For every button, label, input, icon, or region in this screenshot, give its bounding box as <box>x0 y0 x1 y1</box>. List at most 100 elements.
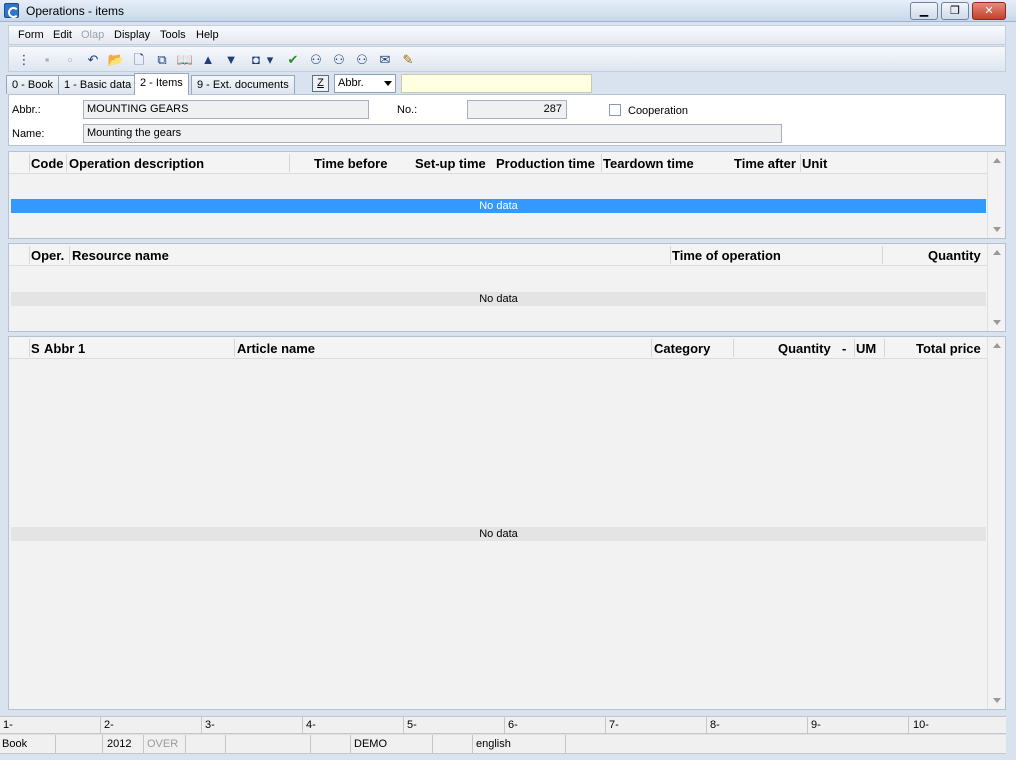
find-next-icon[interactable]: ⚇ <box>330 51 348 69</box>
menu-display[interactable]: Display <box>114 29 150 41</box>
notes-icon[interactable]: ✎ <box>399 51 417 69</box>
operations-grid-header: Code Operation description Time before S… <box>9 152 987 174</box>
col-code[interactable]: Code <box>31 156 64 171</box>
articles-grid[interactable]: S Abbr 1 Article name Category Quantity … <box>8 336 1006 710</box>
scroll-down-icon[interactable] <box>993 227 1001 232</box>
new-document-icon[interactable]: 🗋 <box>130 51 148 69</box>
book-icon[interactable]: 📖 <box>176 51 194 69</box>
tab-ext-documents[interactable]: 9 - Ext. documents <box>191 75 295 94</box>
col-category[interactable]: Category <box>654 341 710 356</box>
col-total-price[interactable]: Total price <box>916 341 981 356</box>
filter-icon[interactable]: ✔ <box>284 51 302 69</box>
fkey-2[interactable]: 2- <box>104 719 114 731</box>
close-button[interactable]: ✕ <box>972 2 1006 20</box>
fkey-6[interactable]: 6- <box>508 719 518 731</box>
tree-icon[interactable]: ⋮ <box>15 51 33 69</box>
copy-icon[interactable]: ⧉ <box>153 51 171 69</box>
fkey-7[interactable]: 7- <box>609 719 619 731</box>
search-field-combo[interactable]: Abbr. <box>334 74 396 93</box>
col-s[interactable]: S <box>31 341 40 356</box>
search-input[interactable] <box>401 74 592 93</box>
undo-icon[interactable]: ↶ <box>84 51 102 69</box>
col-unit[interactable]: Unit <box>802 156 827 171</box>
cooperation-checkbox[interactable] <box>609 104 621 116</box>
abbr-field[interactable]: MOUNTING GEARS <box>83 100 369 119</box>
name-field[interactable]: Mounting the gears <box>83 124 782 143</box>
name-label: Name: <box>12 128 45 140</box>
arrow-down-icon[interactable]: ▼ <box>222 51 240 69</box>
menu-olap[interactable]: Olap <box>81 29 104 41</box>
col-teardown-time[interactable]: Teardown time <box>603 156 694 171</box>
save-icon[interactable]: ▪ <box>38 51 56 69</box>
operations-grid[interactable]: Code Operation description Time before S… <box>8 151 1006 239</box>
no-field[interactable]: 287 <box>467 100 567 119</box>
tab-items[interactable]: 2 - Items <box>134 73 189 95</box>
resources-scrollbar[interactable] <box>987 244 1005 331</box>
status-bar: Book 2012 OVER DEMO english <box>0 735 1006 754</box>
title-bar: Operations - items ▁ ❐ ✕ <box>0 0 1016 22</box>
resources-grid-header: Oper. Resource name Time of operation Qu… <box>9 244 987 266</box>
chevron-down-icon <box>384 81 392 86</box>
scroll-up-icon[interactable] <box>993 158 1001 163</box>
mail-icon[interactable]: ✉ <box>376 51 394 69</box>
tab-basic-data[interactable]: 1 - Basic data <box>58 75 138 94</box>
fkey-9[interactable]: 9- <box>811 719 821 731</box>
fkey-8[interactable]: 8- <box>710 719 720 731</box>
dropdown-icon[interactable]: ▾ <box>265 51 275 69</box>
col-oper[interactable]: Oper. <box>31 248 64 263</box>
col-resource-name[interactable]: Resource name <box>72 248 169 263</box>
operations-no-data[interactable]: No data <box>11 199 986 213</box>
binoculars-icon[interactable]: ⚇ <box>307 51 325 69</box>
col-time-before[interactable]: Time before <box>314 156 387 171</box>
resources-grid[interactable]: Oper. Resource name Time of operation Qu… <box>8 243 1006 332</box>
resources-no-data[interactable]: No data <box>11 292 986 306</box>
maximize-button[interactable]: ❐ <box>941 2 969 20</box>
z-button[interactable]: Z <box>312 75 329 92</box>
open-folder-icon[interactable]: 📂 <box>107 51 125 69</box>
fkey-1[interactable]: 1- <box>3 719 13 731</box>
save-as-icon[interactable]: ▫ <box>61 51 79 69</box>
fkey-4[interactable]: 4- <box>306 719 316 731</box>
col-abbr-1[interactable]: Abbr 1 <box>44 341 85 356</box>
cooperation-label: Cooperation <box>628 105 688 117</box>
menu-tools[interactable]: Tools <box>160 29 186 41</box>
status-language: english <box>476 738 511 750</box>
fkey-10[interactable]: 10- <box>913 719 929 731</box>
minimize-button[interactable]: ▁ <box>910 2 938 20</box>
col-time-after[interactable]: Time after <box>734 156 796 171</box>
toolbar: ⋮ ▪ ▫ ↶ 📂 🗋 ⧉ 📖 ▲ ▼ ◘ ▾ ✔ ⚇ ⚇ ⚇ ✉ ✎ <box>8 46 1006 72</box>
fkey-5[interactable]: 5- <box>407 719 417 731</box>
menu-edit[interactable]: Edit <box>53 29 72 41</box>
col-time-of-operation[interactable]: Time of operation <box>672 248 781 263</box>
col-quantity[interactable]: Quantity <box>778 341 831 356</box>
col-quantity[interactable]: Quantity <box>928 248 981 263</box>
scroll-up-icon[interactable] <box>993 250 1001 255</box>
no-label: No.: <box>397 104 418 116</box>
col-dash[interactable]: - <box>842 341 846 356</box>
window-title: Operations - items <box>26 4 125 18</box>
menu-form[interactable]: Form <box>18 29 44 41</box>
fkey-3[interactable]: 3- <box>205 719 215 731</box>
menu-help[interactable]: Help <box>196 29 219 41</box>
find-prev-icon[interactable]: ⚇ <box>353 51 371 69</box>
col-um[interactable]: UM <box>856 341 876 356</box>
app-icon <box>4 3 19 18</box>
articles-no-data[interactable]: No data <box>11 527 986 541</box>
menu-bar: Form Edit Olap Display Tools Help <box>8 25 1006 45</box>
col-setup-time[interactable]: Set-up time <box>415 156 486 171</box>
operations-scrollbar[interactable] <box>987 152 1005 238</box>
abbr-label: Abbr.: <box>12 104 41 116</box>
col-article-name[interactable]: Article name <box>237 341 315 356</box>
scroll-down-icon[interactable] <box>993 320 1001 325</box>
articles-scrollbar[interactable] <box>987 337 1005 709</box>
camera-icon[interactable]: ◘ <box>247 51 265 69</box>
tab-book[interactable]: 0 - Book <box>6 75 59 94</box>
col-operation-description[interactable]: Operation description <box>69 156 204 171</box>
function-key-bar: 1- 2- 3- 4- 5- 6- 7- 8- 9- 10- <box>0 716 1006 734</box>
col-production-time[interactable]: Production time <box>496 156 595 171</box>
status-mode: Book <box>2 738 28 750</box>
arrow-up-icon[interactable]: ▲ <box>199 51 217 69</box>
scroll-up-icon[interactable] <box>993 343 1001 348</box>
scroll-down-icon[interactable] <box>993 698 1001 703</box>
status-database: DEMO <box>354 738 387 750</box>
